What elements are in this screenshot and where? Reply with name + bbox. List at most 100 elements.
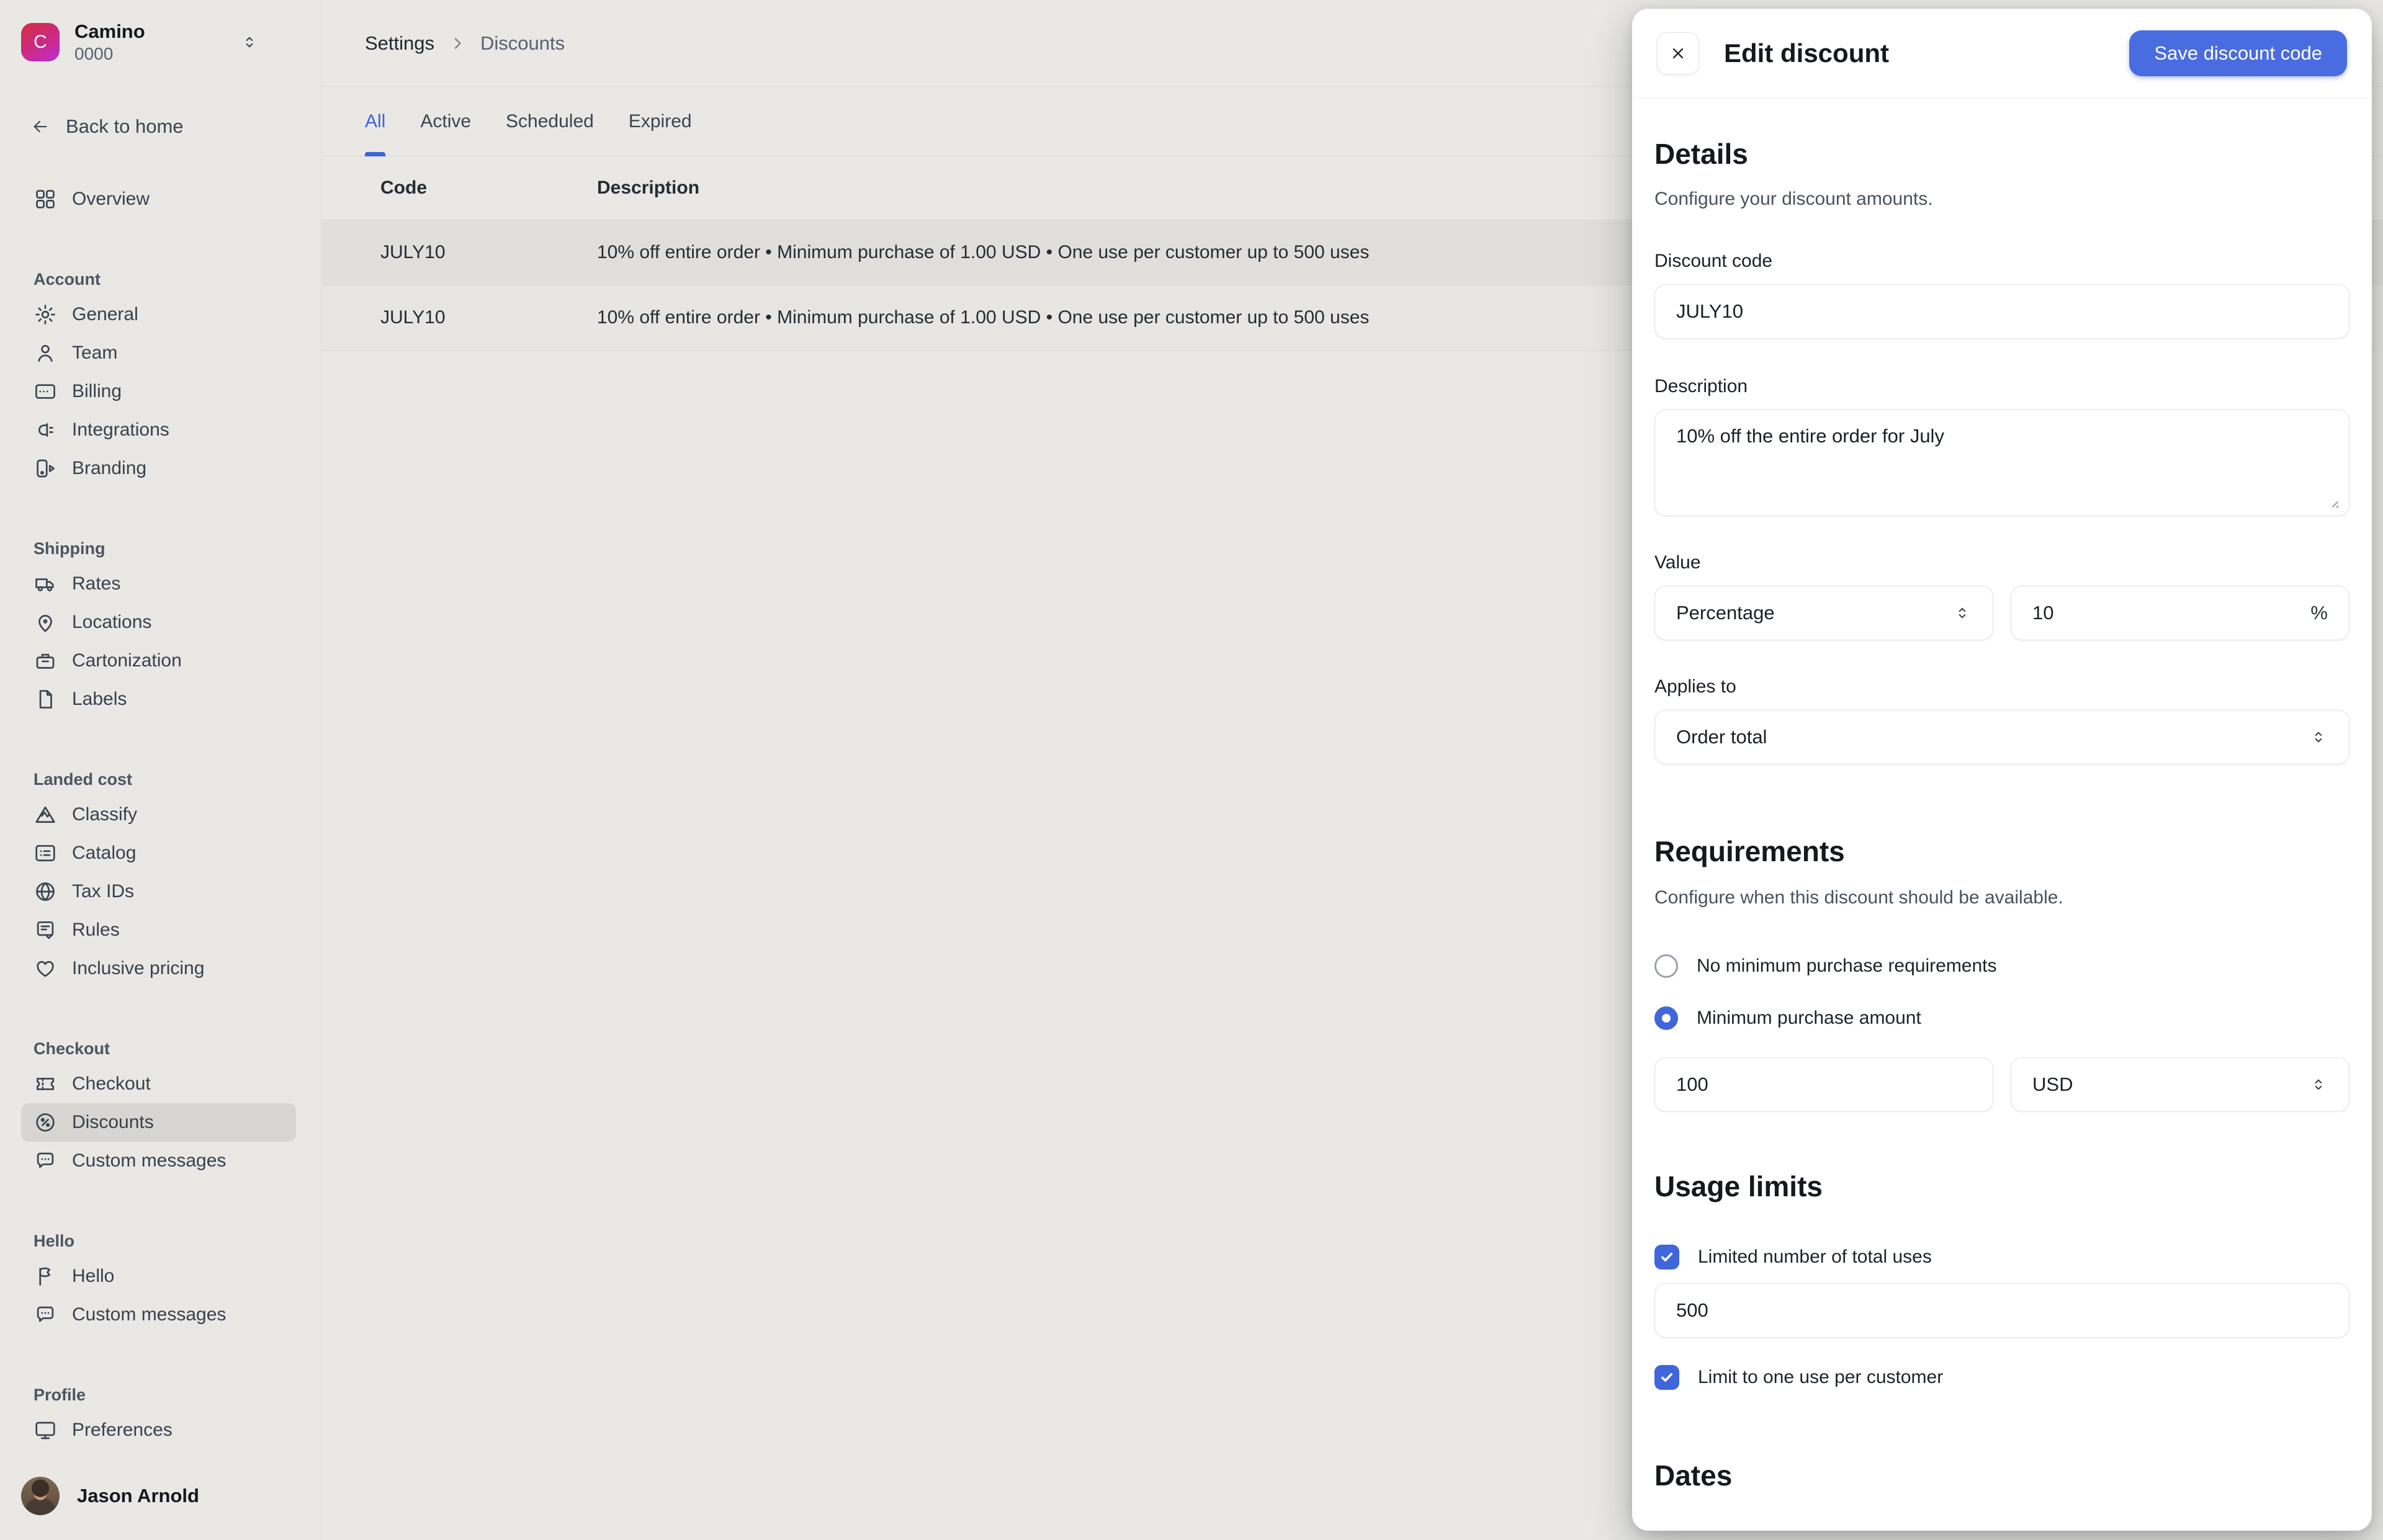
radio-unselected-icon[interactable] bbox=[1654, 954, 1678, 978]
mountain-icon bbox=[34, 803, 57, 826]
user-profile[interactable]: Jason Arnold bbox=[21, 1477, 199, 1515]
section-label: Account bbox=[34, 270, 321, 289]
per-customer-label: Limit to one use per customer bbox=[1698, 1367, 1943, 1388]
details-subtitle: Configure your discount amounts. bbox=[1654, 187, 2349, 211]
sidebar-item-billing[interactable]: Billing bbox=[21, 372, 296, 411]
checkbox-checked-icon[interactable] bbox=[1654, 1365, 1679, 1390]
sidebar-nav: Overview Account GeneralTeamBilling Integra… bbox=[0, 180, 321, 1449]
tab-active[interactable]: Active bbox=[420, 87, 471, 156]
sidebar-item-labels[interactable]: Labels bbox=[21, 680, 296, 719]
sidebar-item-label: Custom messages bbox=[72, 1150, 226, 1171]
chat-icon bbox=[34, 1303, 57, 1327]
sidebar-item-label: Overview bbox=[72, 189, 150, 210]
sidebar-item-overview[interactable]: Overview bbox=[21, 180, 296, 218]
discount-code-value: JULY10 bbox=[1676, 300, 1743, 323]
chat-icon bbox=[34, 1149, 57, 1173]
currency-select[interactable]: USD bbox=[2011, 1057, 2349, 1112]
per-customer-checkbox-row[interactable]: Limit to one use per customer bbox=[1654, 1365, 2349, 1390]
section-label: Shipping bbox=[34, 539, 321, 558]
close-button[interactable] bbox=[1657, 32, 1699, 74]
sidebar-item-checkout[interactable]: Checkout bbox=[21, 1065, 296, 1103]
updown-icon[interactable] bbox=[240, 33, 259, 51]
value-amount-input[interactable]: 10 % bbox=[2011, 586, 2349, 640]
sidebar-item-inclusive-pricing[interactable]: Inclusive pricing bbox=[21, 949, 296, 988]
tab-scheduled[interactable]: Scheduled bbox=[506, 87, 594, 156]
breadcrumb-settings[interactable]: Settings bbox=[365, 32, 434, 55]
back-to-home-link[interactable]: Back to home bbox=[31, 115, 184, 138]
sidebar-item-general[interactable]: General bbox=[21, 295, 296, 334]
discount-code-label: Discount code bbox=[1654, 249, 2349, 273]
back-to-home-label: Back to home bbox=[66, 115, 184, 138]
sidebar-section-account: Account GeneralTeamBilling Integrations Bra… bbox=[0, 270, 321, 488]
total-uses-input[interactable]: 500 bbox=[1654, 1283, 2349, 1338]
plug-icon bbox=[34, 418, 57, 442]
drawer-title: Edit discount bbox=[1724, 38, 1889, 68]
sidebar-item-preferences[interactable]: Preferences bbox=[21, 1411, 296, 1449]
sidebar-item-label: Catalog bbox=[72, 843, 136, 864]
sidebar-item-classify[interactable]: Classify bbox=[21, 795, 296, 834]
sidebar-item-locations[interactable]: Locations bbox=[21, 603, 296, 642]
total-uses-checkbox-row[interactable]: Limited number of total uses bbox=[1654, 1245, 2349, 1269]
description-label: Description bbox=[1654, 375, 2349, 398]
sidebar-item-hello[interactable]: Hello bbox=[21, 1257, 296, 1296]
tab-expired[interactable]: Expired bbox=[629, 87, 692, 156]
sidebar-item-rates[interactable]: Rates bbox=[21, 565, 296, 603]
description-textarea[interactable]: 10% off the entire order for July bbox=[1654, 410, 2349, 516]
breadcrumb-discounts: Discounts bbox=[480, 32, 565, 55]
save-discount-button[interactable]: Save discount code bbox=[2129, 30, 2347, 76]
drawer-header: Edit discount Save discount code bbox=[1632, 9, 2372, 98]
rules-icon bbox=[34, 918, 57, 942]
sidebar-item-discounts[interactable]: Discounts bbox=[21, 1103, 296, 1142]
ticket-icon bbox=[34, 1072, 57, 1096]
sidebar-item-label: Custom messages bbox=[72, 1304, 226, 1325]
sidebar-section-checkout: CheckoutCheckoutDiscountsCustom messages bbox=[0, 1039, 321, 1180]
updown-icon bbox=[2309, 1075, 2328, 1094]
applies-to-select[interactable]: Order total bbox=[1654, 710, 2349, 764]
sidebar-item-integrations[interactable]: Integrations bbox=[21, 411, 296, 449]
sidebar-item-rules[interactable]: Rules bbox=[21, 911, 296, 949]
sidebar-item-tax-ids[interactable]: Tax IDs bbox=[21, 872, 296, 911]
requirements-subtitle: Configure when this discount should be a… bbox=[1654, 886, 2349, 910]
org-switcher[interactable]: C Camino 0000 bbox=[21, 22, 259, 62]
sidebar: C Camino 0000 Back to home Overview Accou… bbox=[0, 0, 321, 1540]
resize-handle-icon[interactable] bbox=[2324, 492, 2340, 508]
value-type-select[interactable]: Percentage bbox=[1654, 586, 1993, 640]
minimum-amount-input[interactable]: 100 bbox=[1654, 1057, 1993, 1112]
file-icon bbox=[34, 687, 57, 711]
gear-icon bbox=[34, 303, 57, 326]
sidebar-item-team[interactable]: Team bbox=[21, 334, 296, 372]
monitor-icon bbox=[34, 1418, 57, 1442]
user-name: Jason Arnold bbox=[77, 1485, 199, 1507]
usage-limits-heading: Usage limits bbox=[1654, 1169, 2349, 1204]
sidebar-item-branding[interactable]: Branding bbox=[21, 449, 296, 488]
globe-icon bbox=[34, 880, 57, 903]
applies-to-value: Order total bbox=[1676, 726, 1767, 748]
requirement-option-1[interactable]: No minimum purchase requirements bbox=[1654, 954, 2349, 978]
sidebar-section-shipping: Shipping RatesLocations Cartonization Label… bbox=[0, 539, 321, 719]
sidebar-section-profile: ProfilePreferences bbox=[0, 1386, 321, 1449]
truck-icon bbox=[34, 572, 57, 596]
discount-icon bbox=[34, 1111, 57, 1134]
avatar bbox=[21, 1477, 60, 1515]
sidebar-item-label: Cartonization bbox=[72, 650, 182, 671]
close-icon bbox=[1669, 44, 1687, 63]
dates-heading: Dates bbox=[1654, 1458, 2349, 1493]
sidebar-item-catalog[interactable]: Catalog bbox=[21, 834, 296, 872]
checkbox-checked-icon[interactable] bbox=[1654, 1245, 1679, 1269]
sidebar-item-label: Rules bbox=[72, 920, 120, 941]
sidebar-item-custom-messages[interactable]: Custom messages bbox=[21, 1296, 296, 1334]
discount-code-input[interactable]: JULY10 bbox=[1654, 284, 2349, 339]
section-label: Checkout bbox=[34, 1039, 321, 1059]
radio-selected-icon[interactable] bbox=[1654, 1006, 1678, 1030]
sidebar-item-custom-messages[interactable]: Custom messages bbox=[21, 1142, 296, 1180]
card-icon bbox=[34, 380, 57, 403]
arrow-left-icon bbox=[31, 117, 50, 136]
tab-all[interactable]: All bbox=[365, 87, 385, 156]
sidebar-item-label: Hello bbox=[72, 1266, 114, 1287]
requirement-option-2[interactable]: Minimum purchase amount bbox=[1654, 1006, 2349, 1030]
grid-icon bbox=[34, 187, 57, 211]
sidebar-item-cartonization[interactable]: Cartonization bbox=[21, 642, 296, 680]
sidebar-item-label: Integrations bbox=[72, 419, 169, 441]
sidebar-item-label: Tax IDs bbox=[72, 881, 134, 902]
edit-discount-drawer: Edit discount Save discount code Details… bbox=[1632, 9, 2372, 1531]
